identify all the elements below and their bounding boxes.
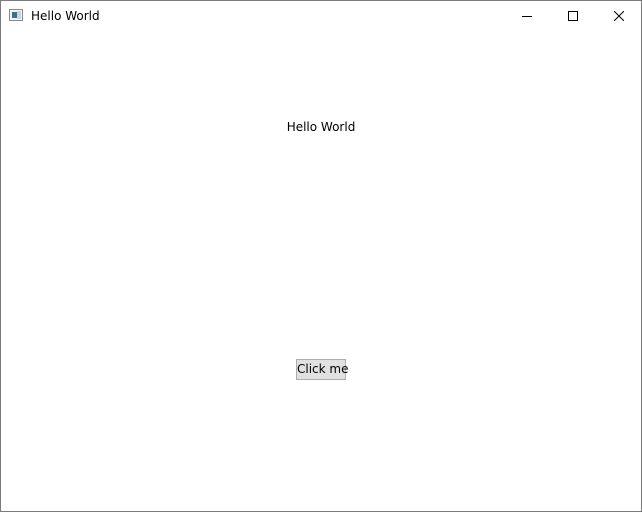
app-window-icon[interactable] — [9, 9, 23, 21]
maximize-button[interactable] — [550, 1, 596, 31]
minimize-icon — [522, 16, 532, 17]
app-window: Hello World Hello World Click me — [0, 0, 642, 512]
maximize-icon — [568, 11, 578, 21]
close-icon — [614, 11, 624, 21]
title-bar[interactable]: Hello World — [1, 1, 641, 31]
click-me-button[interactable]: Click me — [296, 359, 348, 380]
hello-label: Hello World — [286, 120, 356, 134]
window-title: Hello World — [31, 9, 100, 23]
close-button[interactable] — [596, 1, 642, 31]
minimize-button[interactable] — [504, 1, 550, 31]
